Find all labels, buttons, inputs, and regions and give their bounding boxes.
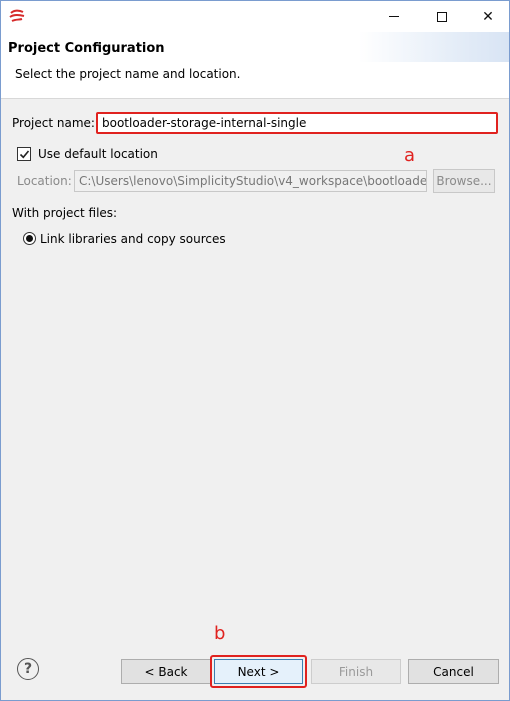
maximize-button[interactable] bbox=[419, 1, 465, 32]
browse-button[interactable]: Browse... bbox=[433, 169, 495, 193]
project-files-label: With project files: bbox=[12, 206, 118, 220]
finish-button[interactable]: Finish bbox=[311, 659, 401, 684]
wizard-content: Project name: bootloader-storage-interna… bbox=[1, 100, 509, 640]
cancel-button[interactable]: Cancel bbox=[408, 659, 499, 684]
annotation-b: b bbox=[214, 623, 226, 644]
close-button[interactable]: ✕ bbox=[465, 1, 510, 32]
header-decoration bbox=[359, 32, 509, 62]
link-libraries-label: Link libraries and copy sources bbox=[40, 232, 226, 246]
next-button[interactable]: Next > bbox=[214, 659, 303, 684]
use-default-location-label: Use default location bbox=[38, 147, 158, 161]
annotation-a: a bbox=[404, 145, 416, 166]
location-input[interactable]: C:\Users\lenovo\SimplicityStudio\v4_work… bbox=[74, 170, 427, 192]
maximize-icon bbox=[437, 11, 447, 22]
project-name-input[interactable]: bootloader-storage-internal-single bbox=[96, 112, 498, 134]
project-name-label: Project name: bbox=[12, 116, 95, 130]
project-configuration-dialog: ✕ Project Configuration Select the proje… bbox=[0, 0, 510, 701]
next-button-highlight[interactable]: Next > bbox=[210, 655, 307, 688]
back-button[interactable]: < Back bbox=[121, 659, 211, 684]
silicon-labs-logo-icon bbox=[9, 9, 25, 23]
page-description: Select the project name and location. bbox=[15, 67, 241, 81]
checkmark-icon bbox=[19, 149, 29, 158]
minimize-button[interactable] bbox=[371, 1, 417, 32]
wizard-header: Project Configuration Select the project… bbox=[1, 32, 509, 99]
page-title: Project Configuration bbox=[8, 41, 165, 56]
use-default-location-checkbox[interactable] bbox=[17, 147, 31, 161]
radio-selected-dot bbox=[26, 235, 33, 242]
location-label: Location: bbox=[17, 174, 72, 188]
minimize-icon bbox=[389, 16, 399, 17]
close-icon: ✕ bbox=[482, 8, 494, 25]
link-libraries-radio[interactable] bbox=[23, 232, 36, 245]
help-icon[interactable]: ? bbox=[17, 658, 39, 680]
title-bar: ✕ bbox=[1, 1, 509, 32]
